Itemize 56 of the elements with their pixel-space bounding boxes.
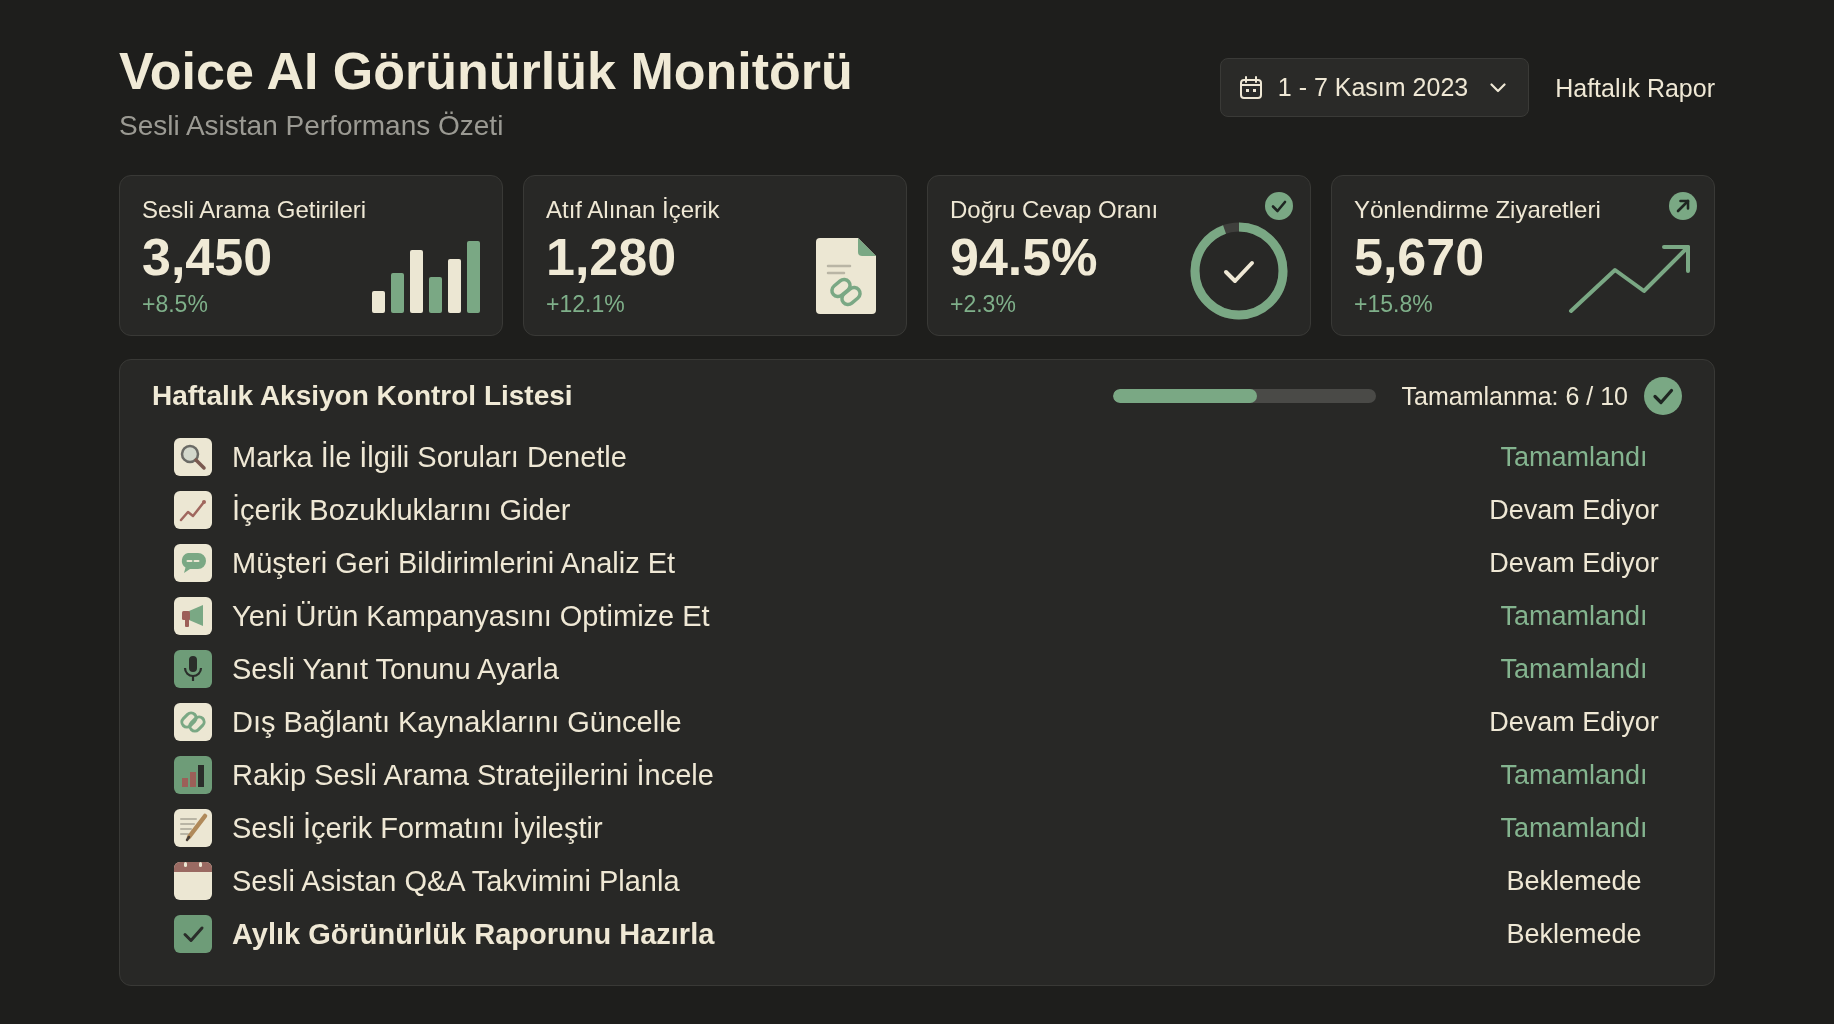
page-title: Voice AI Görünürlük Monitörü	[119, 41, 853, 102]
date-range-picker[interactable]: 1 - 7 Kasım 2023	[1219, 58, 1530, 117]
task-label: Dış Bağlantı Kaynaklarını Güncelle	[232, 704, 682, 740]
microphone-icon	[174, 649, 212, 688]
task-label: Sesli Asistan Q&A Takvimini Planla	[232, 863, 680, 899]
calendar-icon	[174, 861, 212, 900]
page-subtitle: Sesli Asistan Performans Özeti	[119, 109, 505, 143]
calendar-icon	[1238, 75, 1263, 100]
metric-change: +12.1%	[546, 290, 625, 318]
document-link-icon	[816, 238, 876, 314]
task-status: Tamamlandı	[1499, 811, 1649, 845]
task-status: Beklemede	[1505, 864, 1643, 898]
metric-value: 3,450	[142, 229, 273, 286]
task-label: Marka İle İlgili Soruları Denetle	[232, 439, 627, 475]
task-status: Tamamlandı	[1499, 599, 1649, 633]
bar-chart-icon	[372, 239, 480, 313]
metric-change: +2.3%	[950, 290, 1016, 318]
progress-label: Tamamlanma: 6 / 10	[1401, 381, 1628, 411]
task-status: Tamamlandı	[1499, 758, 1649, 792]
metric-value: 1,280	[546, 229, 677, 286]
metric-change: +8.5%	[142, 290, 208, 318]
task-status: Tamamlandı	[1499, 652, 1649, 686]
metric-label: Doğru Cevap Oranı	[950, 195, 1159, 225]
tick-icon	[174, 914, 212, 953]
check-badge-icon	[1265, 192, 1293, 220]
task-label: Müşteri Geri Bildirimlerini Analiz Et	[232, 545, 676, 581]
pencil-note-icon	[174, 808, 212, 847]
task-status: Devam Ediyor	[1488, 493, 1660, 527]
bar-chart-icon	[174, 755, 212, 794]
search-icon	[174, 437, 212, 476]
task-label: Sesli İçerik Formatını İyileştir	[232, 810, 603, 846]
task-label: Aylık Görünürlük Raporunu Hazırla	[232, 916, 715, 952]
link-icon	[174, 702, 212, 741]
metric-label: Atıf Alınan İçerik	[546, 195, 720, 225]
checklist-title: Haftalık Aksiyon Kontrol Listesi	[152, 379, 573, 413]
task-status: Devam Ediyor	[1488, 705, 1660, 739]
check-icon	[1224, 261, 1254, 283]
metric-value: 5,670	[1354, 229, 1485, 286]
task-status: Devam Ediyor	[1488, 546, 1660, 580]
arrow-badge-icon	[1669, 192, 1697, 220]
metric-change: +15.8%	[1354, 290, 1433, 318]
metric-label: Sesli Arama Getirileri	[142, 195, 367, 225]
task-status: Beklemede	[1505, 917, 1643, 951]
speech-bubble-icon	[174, 543, 212, 582]
megaphone-icon	[174, 596, 212, 635]
chevron-down-icon	[1490, 82, 1507, 93]
metric-label: Yönlendirme Ziyaretleri	[1354, 195, 1601, 225]
task-label: Yeni Ürün Kampanyasını Optimize Et	[232, 598, 710, 634]
metric-value: 94.5%	[950, 229, 1098, 286]
task-label: Rakip Sesli Arama Stratejilerini İncele	[232, 757, 714, 793]
check-circle-icon	[1644, 377, 1682, 415]
task-label: Sesli Yanıt Tonunu Ayarla	[232, 651, 559, 687]
report-type-label: Haftalık Rapor	[1555, 72, 1715, 103]
task-status: Tamamlandı	[1499, 440, 1649, 474]
task-label: İçerik Bozukluklarını Gider	[232, 492, 571, 528]
trend-arrow-icon	[1568, 242, 1692, 314]
